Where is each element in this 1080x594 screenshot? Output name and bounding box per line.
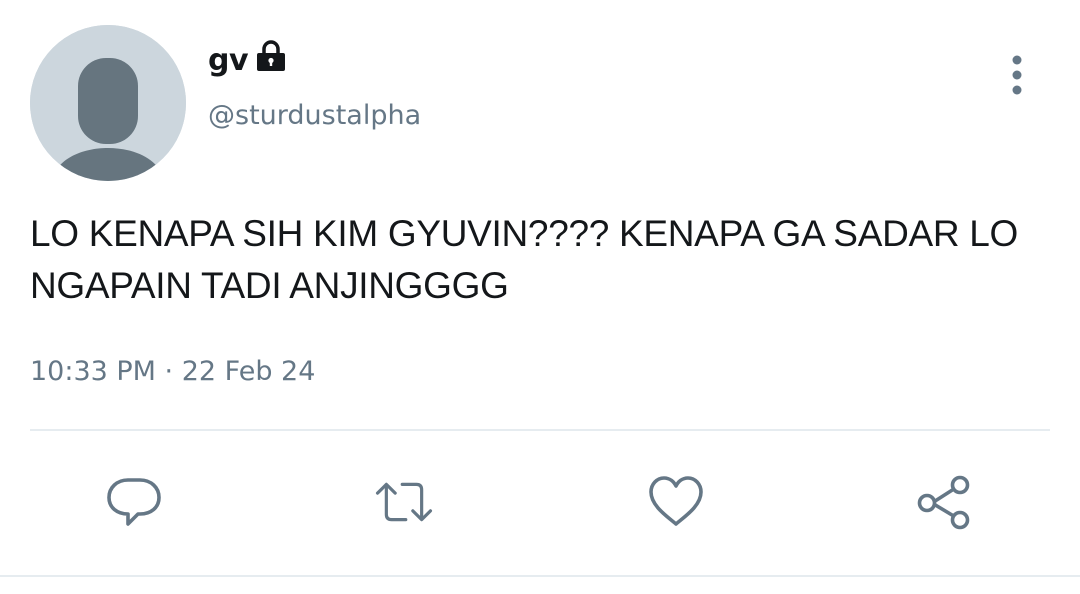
share-button[interactable] (914, 472, 974, 532)
lock-icon (257, 40, 286, 71)
display-name-row: gv (208, 36, 288, 84)
divider (30, 429, 1050, 431)
divider (0, 575, 1080, 577)
retweet-button[interactable] (374, 472, 434, 532)
default-avatar-icon (30, 25, 186, 181)
avatar[interactable] (30, 25, 186, 181)
share-icon (917, 475, 970, 530)
retweet-icon (375, 482, 433, 522)
heart-icon (649, 476, 703, 526)
tweet-text-line: LO KENAPA SIH KIM GYUVIN???? KENAPA GA S… (30, 213, 1019, 254)
reply-icon (107, 478, 161, 526)
tweet-text: LO KENAPA SIH KIM GYUVIN???? KENAPA GA S… (30, 208, 1040, 312)
like-button[interactable] (646, 472, 706, 532)
more-vertical-icon (1012, 55, 1022, 95)
handle[interactable]: @sturdustalpha (208, 100, 421, 131)
timestamp[interactable]: 10:33 PM · 22 Feb 24 (30, 356, 315, 387)
display-name[interactable]: gv (208, 43, 249, 78)
tweet-text-line: NGAPAIN TADI ANJINGGGG (30, 265, 509, 306)
reply-button[interactable] (104, 472, 164, 532)
more-button[interactable] (1000, 54, 1034, 98)
